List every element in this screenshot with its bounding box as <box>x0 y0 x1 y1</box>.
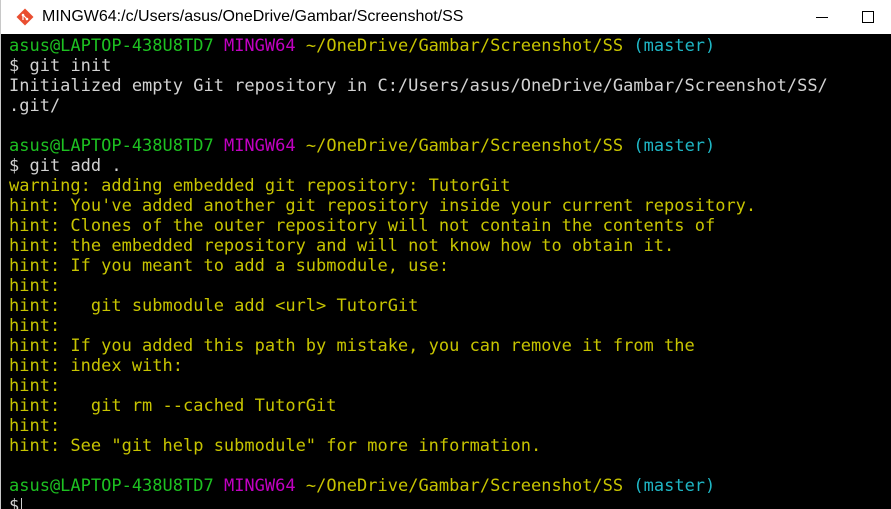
command-text: git init <box>29 56 112 76</box>
prompt-user-host: asus@LAPTOP-438U8TD7 <box>9 136 214 156</box>
prompt-path: ~/OneDrive/Gambar/Screenshot/SS <box>305 476 624 496</box>
hint-line: hint: the embedded repository and will n… <box>9 236 675 256</box>
hint-line: hint: <box>9 416 61 436</box>
output-line: Initialized empty Git repository in C:/U… <box>9 76 828 96</box>
prompt-shell: MINGW64 <box>223 36 296 56</box>
command-line: $ git add . <box>9 156 891 176</box>
prompt-symbol: $ <box>9 156 20 176</box>
command-text: git add . <box>29 156 122 176</box>
prompt-path: ~/OneDrive/Gambar/Screenshot/SS <box>305 136 624 156</box>
hint-line: hint: git rm --cached TutorGit <box>9 396 337 416</box>
prompt-branch: (master) <box>633 476 716 496</box>
hint-line: hint: git submodule add <url> TutorGit <box>9 296 419 316</box>
warning-line: warning: adding embedded git repository:… <box>9 176 511 196</box>
prompt-path: ~/OneDrive/Gambar/Screenshot/SS <box>305 36 624 56</box>
prompt-shell: MINGW64 <box>223 136 296 156</box>
prompt-line: asus@LAPTOP-438U8TD7 MINGW64 ~/OneDrive/… <box>9 36 891 56</box>
git-bash-icon[interactable] <box>16 8 34 26</box>
prompt-line: asus@LAPTOP-438U8TD7 MINGW64 ~/OneDrive/… <box>9 136 891 156</box>
prompt-line: asus@LAPTOP-438U8TD7 MINGW64 ~/OneDrive/… <box>9 476 891 496</box>
terminal-output[interactable]: asus@LAPTOP-438U8TD7 MINGW64 ~/OneDrive/… <box>1 34 891 509</box>
hint-line: hint: <box>9 276 61 296</box>
input-line[interactable]: $ <box>9 496 891 509</box>
hint-line: hint: If you added this path by mistake,… <box>9 336 695 356</box>
prompt-symbol: $ <box>9 56 20 76</box>
prompt-branch: (master) <box>633 36 716 56</box>
minimize-icon <box>816 16 828 18</box>
window-controls <box>799 0 891 34</box>
hint-line: hint: Clones of the outer repository wil… <box>9 216 716 236</box>
prompt-symbol: $ <box>9 496 20 509</box>
maximize-button[interactable] <box>845 0 891 34</box>
command-line: $ git init <box>9 56 891 76</box>
title-bar[interactable]: MINGW64:/c/Users/asus/OneDrive/Gambar/Sc… <box>1 0 891 34</box>
prompt-user-host: asus@LAPTOP-438U8TD7 <box>9 476 214 496</box>
hint-line: hint: <box>9 316 61 336</box>
maximize-icon <box>862 11 874 23</box>
hint-line: hint: <box>9 376 61 396</box>
hint-line: hint: See "git help submodule" for more … <box>9 436 542 456</box>
text-cursor <box>21 498 23 509</box>
prompt-branch: (master) <box>633 136 716 156</box>
window-title: MINGW64:/c/Users/asus/OneDrive/Gambar/Sc… <box>42 8 464 25</box>
hint-line: hint: If you meant to add a submodule, u… <box>9 256 450 276</box>
minimize-button[interactable] <box>799 0 845 34</box>
terminal-window: MINGW64:/c/Users/asus/OneDrive/Gambar/Sc… <box>0 0 891 509</box>
hint-line: hint: index with: <box>9 356 183 376</box>
prompt-shell: MINGW64 <box>223 476 296 496</box>
hint-line: hint: You've added another git repositor… <box>9 196 757 216</box>
output-line: .git/ <box>9 96 61 116</box>
prompt-user-host: asus@LAPTOP-438U8TD7 <box>9 36 214 56</box>
